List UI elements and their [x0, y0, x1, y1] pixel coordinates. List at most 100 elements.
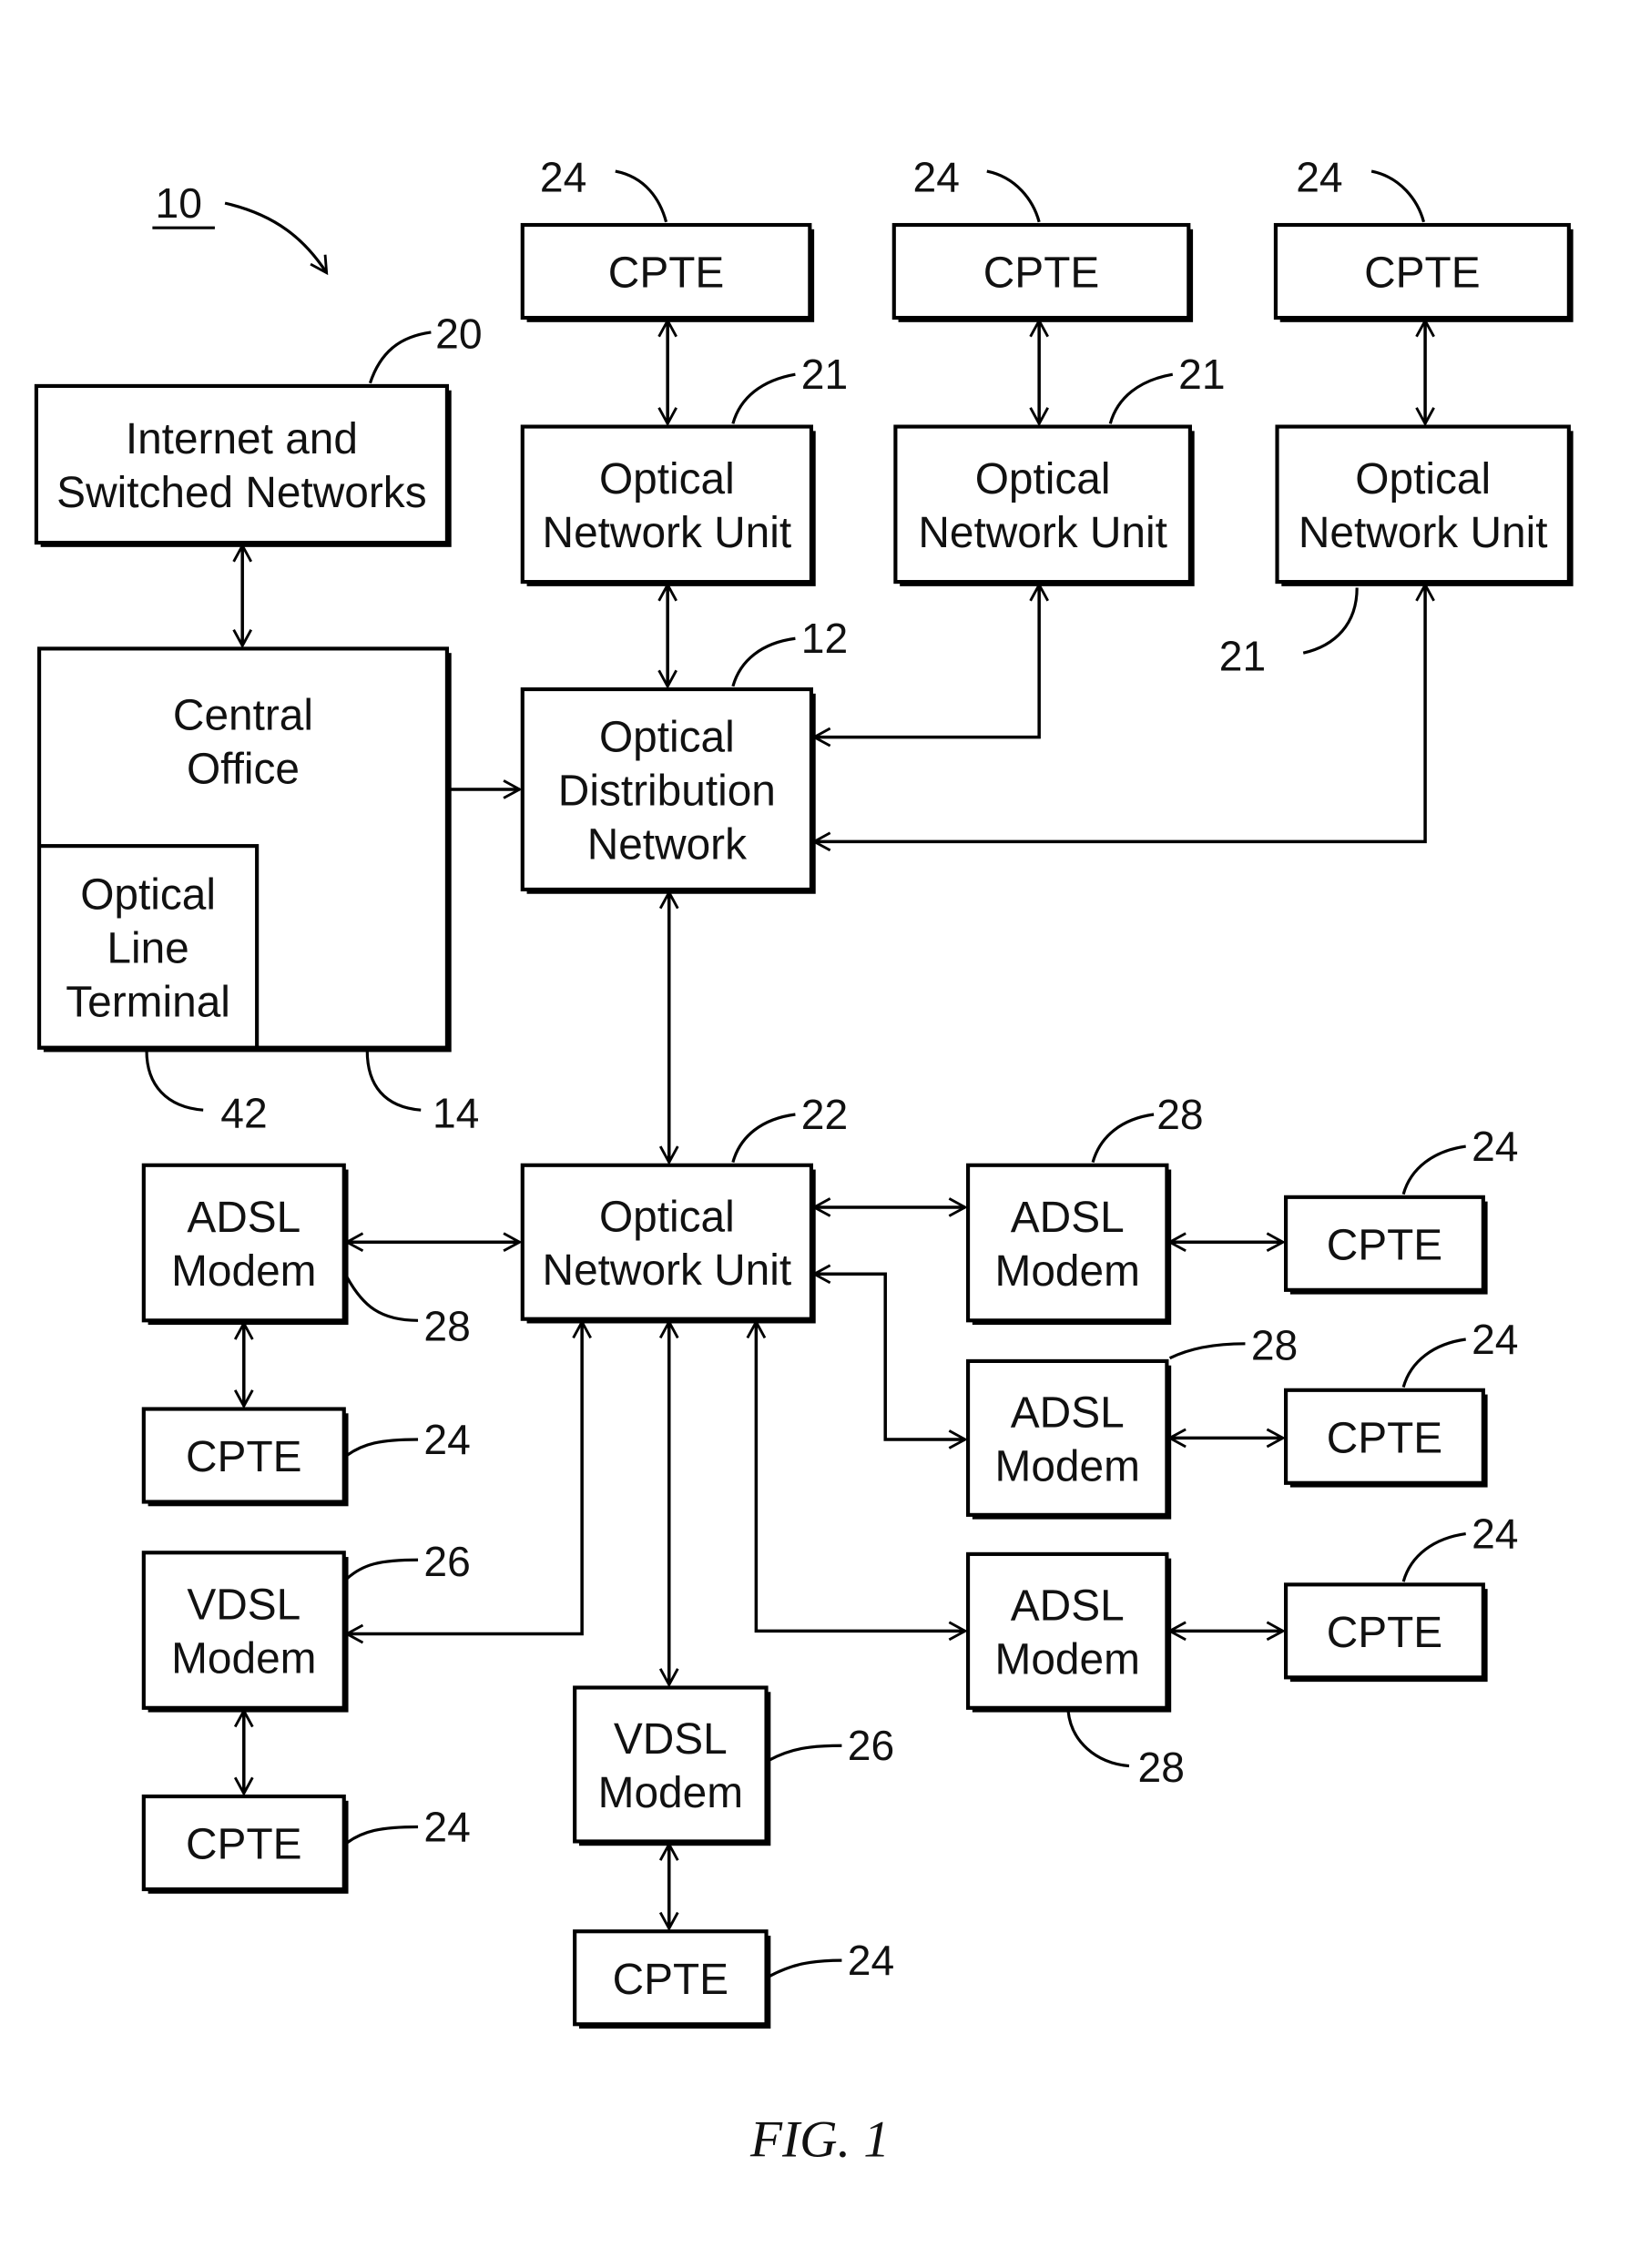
box-label-line: Switched Networks	[56, 469, 426, 517]
vdsl-center-reference-numeral: 26	[848, 1722, 894, 1769]
box-label-line: Optical	[599, 1193, 735, 1241]
vdsl-left-box: VDSL Modem	[141, 1551, 349, 1713]
box-label-line: VDSL	[614, 1715, 728, 1764]
box-label-line: Terminal	[66, 978, 230, 1026]
box-outline	[1275, 424, 1571, 585]
central-office-leader-line	[365, 1050, 422, 1112]
box-label-line: Network Unit	[543, 1246, 792, 1295]
system-reference-numeral: 10	[156, 179, 202, 227]
internet-leader-line	[368, 331, 432, 384]
onu-main-box: Optical Network Unit	[520, 1163, 816, 1324]
box-label-line: Network Unit	[543, 509, 792, 557]
cpte-right-3-reference-numeral: 24	[1472, 1510, 1518, 1558]
adsl-left-reference-numeral: 28	[423, 1303, 470, 1350]
box-label-line: CPTE	[608, 249, 724, 298]
olt-box: Optical Line Terminal	[37, 844, 260, 1050]
cpte-right-2-reference-numeral: 24	[1472, 1316, 1518, 1363]
box-label-line: Internet and	[126, 415, 358, 463]
box-outline	[141, 1551, 346, 1710]
onu-top-3-reference-numeral: 21	[1219, 632, 1266, 679]
cpte-center-box: CPTE	[573, 1929, 771, 2029]
box-label-line: Modem	[995, 1442, 1140, 1490]
cpte-right-1-box: CPTE	[1284, 1195, 1488, 1295]
cpte-top-3-reference-numeral: 24	[1296, 153, 1342, 200]
box-label-line: Modem	[171, 1247, 316, 1296]
cpte-left-2-box: CPTE	[141, 1794, 349, 1894]
cpte-right-3-box: CPTE	[1284, 1582, 1488, 1683]
onu-top-3-leader-line	[1302, 587, 1359, 655]
box-outline	[520, 424, 814, 585]
adsl-right-3-box: ADSL Modem	[965, 1551, 1172, 1713]
cpte-center-reference-numeral: 24	[848, 1937, 894, 1984]
olt-reference-numeral: 42	[220, 1089, 267, 1136]
cpte-right-3-leader-line	[1401, 1531, 1466, 1582]
box-label-line: CPTE	[1327, 1414, 1442, 1462]
network-diagram: Internet and Switched Networks Central Offi…	[34, 153, 1574, 2168]
figure-caption: FIG. 1	[749, 2110, 890, 2168]
cpte-right-2-box: CPTE	[1284, 1388, 1488, 1488]
adsl-left-box: ADSL Modem	[141, 1163, 349, 1326]
box-label-line: Modem	[171, 1635, 316, 1683]
cpte-right-2-leader-line	[1401, 1337, 1466, 1388]
box-label-line: Distribution	[558, 768, 776, 816]
central-office-reference-numeral: 14	[433, 1089, 479, 1136]
box-label-line: ADSL	[1011, 1388, 1125, 1437]
adsl-right-1-reference-numeral: 28	[1156, 1091, 1203, 1138]
connector-onu-adsl-r3	[746, 1318, 968, 1642]
box-label-line: Network	[587, 820, 747, 869]
onu-top-1-leader-line	[731, 372, 796, 424]
box-label-line: CPTE	[1364, 249, 1480, 298]
cpte-top-1-reference-numeral: 24	[540, 153, 586, 200]
box-label-line: Modem	[995, 1635, 1140, 1683]
box-label-line: CPTE	[1327, 1221, 1442, 1269]
box-outline	[965, 1551, 1169, 1710]
box-outline	[520, 1163, 814, 1321]
box-label-line: CPTE	[983, 249, 1099, 298]
onu-main-reference-numeral: 22	[801, 1091, 848, 1138]
box-label-line: Office	[187, 746, 300, 794]
cpte-center-leader-line	[768, 1958, 842, 1978]
cpte-right-1-reference-numeral: 24	[1472, 1123, 1518, 1170]
box-label-line: ADSL	[1011, 1581, 1125, 1630]
cpte-left-2-reference-numeral: 24	[423, 1803, 470, 1850]
box-label-line: ADSL	[1011, 1194, 1125, 1242]
box-label-line: Optical	[599, 455, 735, 503]
cpte-left-1-leader-line	[346, 1438, 419, 1457]
onu-top-1-box: Optical Network Unit	[520, 424, 816, 586]
odn-box: Optical DistributionNetwork	[520, 687, 816, 894]
box-label-line: Central	[173, 692, 313, 740]
box-label-line: CPTE	[186, 1821, 301, 1869]
box-label-line: Network Unit	[918, 509, 1167, 557]
box-outline	[573, 1685, 769, 1844]
box-label-line: CPTE	[613, 1956, 728, 2004]
odn-reference-numeral: 12	[801, 615, 848, 662]
vdsl-left-reference-numeral: 26	[423, 1538, 470, 1585]
cpte-top-3-leader-line	[1370, 169, 1426, 223]
cpte-left-1-box: CPTE	[141, 1407, 349, 1507]
adsl-left-leader-line	[345, 1276, 419, 1322]
adsl-right-1-box: ADSL Modem	[965, 1163, 1172, 1326]
onu-top-3-box: Optical Network Unit	[1275, 424, 1574, 586]
box-outline	[34, 383, 449, 545]
box-label-line: CPTE	[1327, 1609, 1442, 1657]
onu-main-leader-line	[731, 1113, 796, 1164]
onu-top-2-leader-line	[1108, 372, 1174, 424]
odn-leader-line	[731, 636, 796, 687]
cpte-top-2-reference-numeral: 24	[912, 153, 959, 200]
cpte-top-1-box: CPTE	[520, 222, 815, 322]
cpte-top-1-leader-line	[615, 169, 668, 223]
onu-top-2-box: Optical Network Unit	[893, 424, 1195, 586]
box-outline	[965, 1358, 1169, 1517]
adsl-right-1-leader-line	[1091, 1113, 1155, 1164]
box-label-line: CPTE	[186, 1433, 301, 1481]
adsl-right-3-leader-line	[1066, 1710, 1130, 1768]
box-label-line: VDSL	[187, 1581, 300, 1630]
cpte-top-3-box: CPTE	[1273, 222, 1574, 322]
adsl-right-2-reference-numeral: 28	[1251, 1321, 1298, 1368]
connector-onu3-odn	[811, 582, 1435, 852]
onu-top-1-reference-numeral: 21	[801, 351, 848, 398]
adsl-right-2-leader-line	[1168, 1342, 1246, 1360]
box-outline	[893, 424, 1192, 585]
vdsl-center-leader-line	[768, 1744, 842, 1762]
box-label-line: Network Unit	[1299, 509, 1548, 557]
